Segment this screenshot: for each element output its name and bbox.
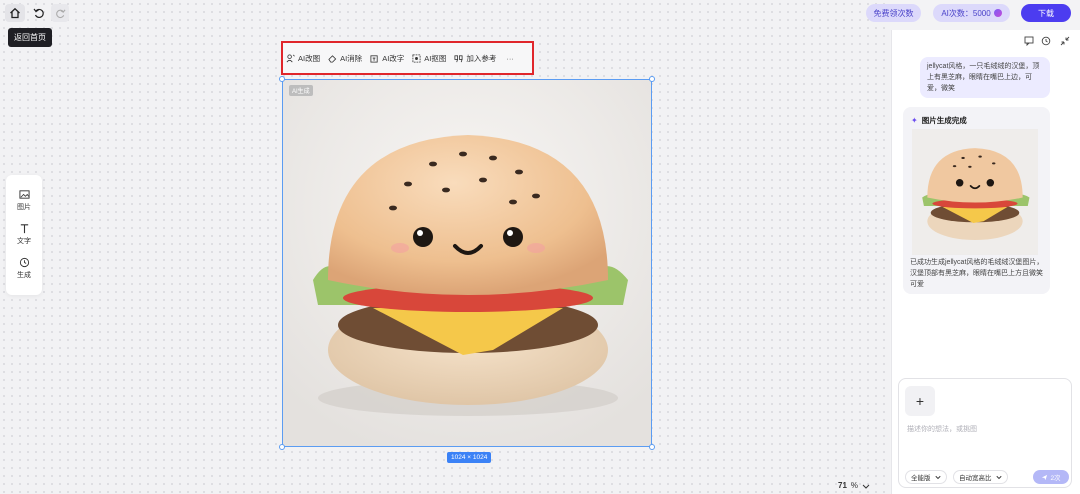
chevron-down-icon xyxy=(862,484,870,489)
send-button[interactable]: 2次 xyxy=(1033,470,1069,484)
ai-count-label: AI次数：5000 xyxy=(941,8,991,18)
collapse-icon[interactable] xyxy=(1060,36,1070,46)
download-button[interactable]: 下载 xyxy=(1021,4,1071,22)
prompt-input-box[interactable]: + 描述你的想法，或挑图 全能版 自动宽高比 2次 xyxy=(898,378,1072,488)
ai-response-title: ✦ 图片生成完成 xyxy=(911,115,967,126)
add-reference-label: 加入参考 xyxy=(466,54,497,63)
redo-icon xyxy=(55,8,66,18)
comment-icon[interactable] xyxy=(1024,36,1034,46)
image-tool[interactable]: 图片 xyxy=(6,189,42,212)
resize-handle-tl[interactable] xyxy=(279,76,285,82)
chevron-down-icon xyxy=(995,475,1002,480)
more-button[interactable]: ··· xyxy=(506,54,514,63)
person-icon xyxy=(286,54,295,63)
generated-image[interactable] xyxy=(282,79,652,447)
free-count-button[interactable]: 免费领次数 xyxy=(866,4,921,22)
generate-tool[interactable]: 生成 xyxy=(6,257,42,280)
ai-response-title-text: 图片生成完成 xyxy=(921,116,967,125)
ai-response-card: ✦ 图片生成完成 已成功生成jellycat风格的毛绒绒汉堡图片，汉堡顶部有黑芝… xyxy=(903,107,1050,294)
ratio-select[interactable]: 自动宽高比 xyxy=(953,470,1008,484)
image-tool-label: 图片 xyxy=(17,204,31,211)
edit-text-icon xyxy=(370,55,378,63)
coin-icon xyxy=(993,9,1002,17)
cutout-icon xyxy=(412,54,421,63)
add-image-button[interactable]: + xyxy=(905,386,935,416)
ai-cutout-button[interactable]: AI抠图 xyxy=(412,53,446,64)
eraser-icon xyxy=(328,55,337,63)
version-label: 全能版 xyxy=(911,475,931,482)
image-toolbar: AI改图 AI消除 AI改字 AI抠图 加入参考 ··· xyxy=(281,41,534,75)
image-icon xyxy=(18,190,30,199)
plus-icon: + xyxy=(915,393,925,409)
text-icon xyxy=(20,224,28,234)
send-label: 2次 xyxy=(1050,475,1061,482)
home-icon xyxy=(10,7,20,19)
ai-erase-button[interactable]: AI消除 xyxy=(328,53,362,64)
text-tool-label: 文字 xyxy=(17,238,31,245)
text-tool[interactable]: 文字 xyxy=(6,223,42,246)
ai-cutout-label: AI抠图 xyxy=(424,54,447,63)
undo-button[interactable] xyxy=(29,4,49,22)
user-message: jellycat风格，一只毛绒绒的汉堡，顶上有黑芝麻，眼睛在嘴巴上边，可爱，微笑 xyxy=(920,57,1050,98)
generate-tool-label: 生成 xyxy=(17,272,31,279)
more-icon: ··· xyxy=(506,54,514,63)
history-icon[interactable] xyxy=(1041,36,1051,46)
ai-erase-label: AI消除 xyxy=(340,54,363,63)
result-thumbnail[interactable] xyxy=(912,129,1038,255)
ai-edit-button[interactable]: AI改图 xyxy=(286,53,320,64)
home-button[interactable] xyxy=(5,4,25,22)
zoom-value: 71 xyxy=(838,481,847,490)
ai-text-label: AI改字 xyxy=(382,54,405,63)
chevron-down-icon xyxy=(934,475,941,480)
undo-icon xyxy=(33,8,44,19)
image-dimensions: 1024 × 1024 xyxy=(447,452,492,463)
add-reference-button[interactable]: 加入参考 xyxy=(454,53,496,64)
send-icon xyxy=(1042,474,1048,480)
redo-button[interactable] xyxy=(51,4,69,22)
prompt-placeholder[interactable]: 描述你的想法，或挑图 xyxy=(907,424,977,434)
ai-text-button[interactable]: AI改字 xyxy=(370,53,404,64)
left-tool-panel: 图片 文字 生成 xyxy=(6,175,42,295)
ai-response-text: 已成功生成jellycat风格的毛绒绒汉堡图片，汉堡顶部有黑芝麻，眼睛在嘴巴上方… xyxy=(910,259,1044,288)
version-select[interactable]: 全能版 xyxy=(905,470,947,484)
ai-generated-tag: AI生成 xyxy=(289,85,313,96)
resize-handle-tr[interactable] xyxy=(649,76,655,82)
ratio-label: 自动宽高比 xyxy=(959,475,992,482)
quote-icon xyxy=(454,55,463,63)
history-icon xyxy=(19,257,29,268)
ai-edit-label: AI改图 xyxy=(298,54,321,63)
resize-handle-br[interactable] xyxy=(649,444,655,450)
zoom-unit: % xyxy=(850,481,859,490)
ai-count-badge[interactable]: AI次数：5000 xyxy=(933,4,1010,22)
resize-handle-bl[interactable] xyxy=(279,444,285,450)
sparkle-icon: ✦ xyxy=(911,116,918,125)
home-tooltip: 返回首页 xyxy=(8,28,52,47)
zoom-control[interactable]: 71 % xyxy=(838,481,870,490)
burger-thumbnail-image xyxy=(912,129,1038,255)
burger-plush-image xyxy=(283,80,651,446)
